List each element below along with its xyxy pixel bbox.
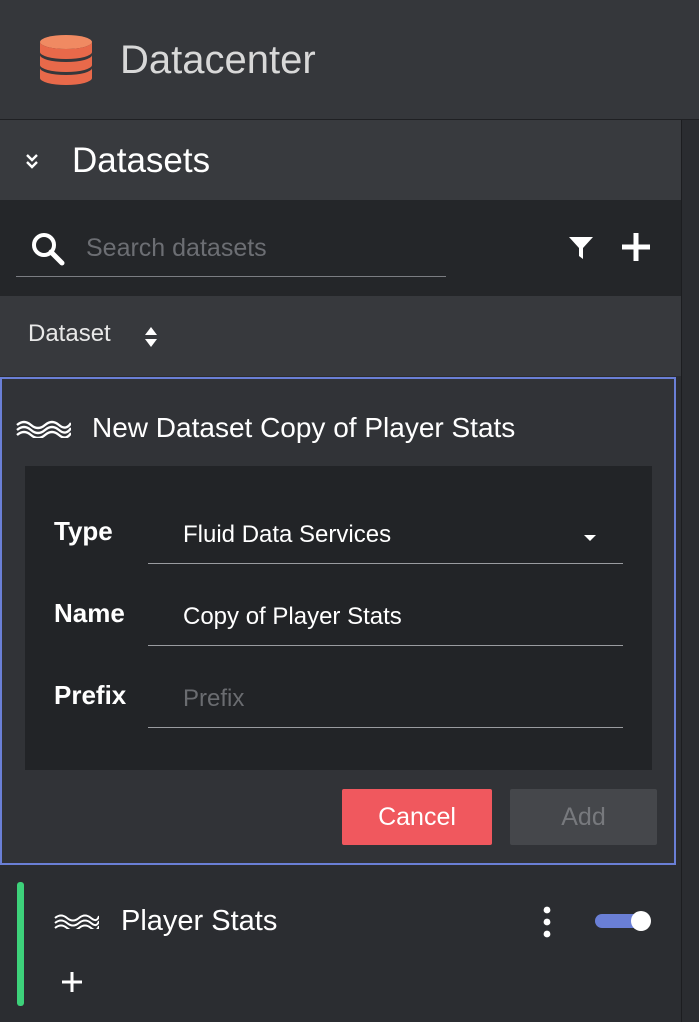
name-label: Name (54, 598, 125, 628)
search-underline (16, 276, 446, 277)
add-dataset-icon[interactable] (618, 229, 654, 265)
dataset-title[interactable]: Player Stats (121, 903, 277, 939)
caret-down-icon[interactable] (583, 534, 597, 542)
status-indicator (17, 882, 24, 1006)
side-strip (681, 120, 699, 1022)
prefix-label: Prefix (54, 680, 127, 710)
type-label: Type (54, 516, 113, 546)
app-header: Datacenter (0, 0, 699, 120)
name-field[interactable] (183, 599, 603, 635)
search-input[interactable] (86, 226, 441, 270)
name-underline (148, 645, 623, 646)
type-select[interactable]: Fluid Data Services (183, 519, 391, 551)
toggle-knob (631, 911, 651, 931)
column-label-dataset[interactable]: Dataset (28, 318, 111, 350)
prefix-field[interactable] (183, 681, 603, 717)
dataset-row[interactable] (0, 867, 681, 1022)
plus-icon[interactable] (60, 970, 84, 994)
cancel-button[interactable]: Cancel (342, 789, 492, 845)
kebab-menu-icon[interactable] (540, 905, 554, 939)
panel-title: Datasets (72, 141, 211, 180)
app-title: Datacenter (120, 38, 316, 82)
chevron-double-down-icon[interactable] (24, 152, 40, 170)
filter-icon[interactable] (568, 235, 594, 261)
new-dataset-title: New Dataset Copy of Player Stats (92, 412, 516, 443)
dataset-enable-toggle[interactable] (595, 911, 653, 931)
add-button[interactable]: Add (510, 789, 657, 845)
wave-icon (16, 420, 71, 438)
database-icon (40, 35, 92, 85)
wave-icon (54, 914, 99, 929)
prefix-underline (148, 727, 623, 728)
sort-icon[interactable] (144, 324, 158, 350)
search-icon (32, 233, 65, 266)
type-underline (148, 563, 623, 564)
